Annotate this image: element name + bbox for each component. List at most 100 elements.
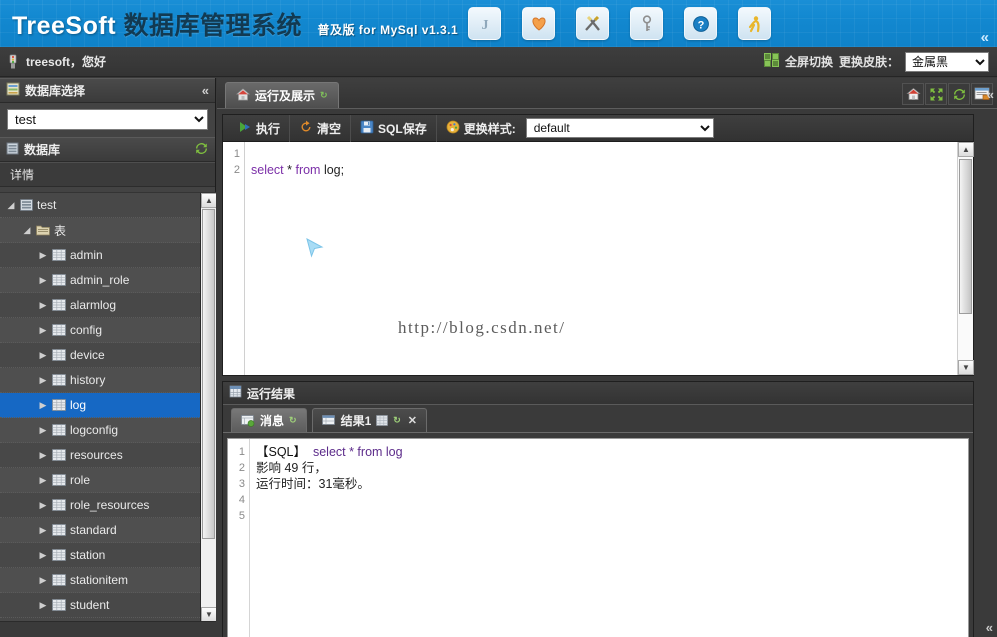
brand-version: 普及版 for MySql v1.3.1 <box>317 23 459 37</box>
result-tab-refresh-icon[interactable]: ↻ <box>393 415 401 426</box>
chevron-right-icon[interactable]: ▶ <box>38 500 48 511</box>
tree-node-admin_role[interactable]: ▶ admin_role <box>0 268 200 293</box>
sidebar: 数据库选择 « test 数据库 详情 ◢ test ◢ 表 ▶ admin ▶… <box>0 78 216 637</box>
tree-node-station[interactable]: ▶ station <box>0 543 200 568</box>
tree-node-test[interactable]: ◢ test <box>0 193 200 218</box>
tree-node-role_resources[interactable]: ▶ role_resources <box>0 493 200 518</box>
save-disk-icon <box>360 120 374 137</box>
fullscreen-label[interactable]: 全屏切换 <box>785 53 833 70</box>
tree-node-stationitem[interactable]: ▶ stationitem <box>0 568 200 593</box>
sql-tag: 【SQL】 <box>256 445 307 459</box>
tools-icon[interactable] <box>576 7 609 40</box>
result-tab-result1[interactable]: 结果1 ↻ ✕ <box>311 408 428 432</box>
change-style-control: 更换样式: default <box>437 115 723 142</box>
result-tab-message[interactable]: 消息 ↻ <box>231 408 307 432</box>
sql-code-text[interactable]: select * from log; <box>245 142 973 375</box>
tree-node-label: admin <box>70 248 103 262</box>
j-letter-icon[interactable]: J <box>468 7 501 40</box>
tree-node-standard[interactable]: ▶ standard <box>0 518 200 543</box>
refresh-icon[interactable] <box>948 83 970 105</box>
database-select[interactable]: test <box>7 109 208 130</box>
editor-scroll-up-button[interactable]: ▲ <box>958 142 974 157</box>
tree-node-device[interactable]: ▶ device <box>0 343 200 368</box>
editor-scroll-down-button[interactable]: ▼ <box>958 360 974 375</box>
sql-code-area[interactable]: 12 select * from log; <box>223 142 973 375</box>
result-panel-header: 运行结果 <box>223 382 973 405</box>
key-icon[interactable] <box>630 7 663 40</box>
editor-scroll-thumb[interactable] <box>959 159 972 314</box>
chevron-right-icon[interactable]: ▶ <box>38 575 48 586</box>
tab-run-and-display[interactable]: 运行及展示 ↻ <box>225 82 339 108</box>
grid-icon <box>376 415 389 426</box>
tab-refresh-icon[interactable]: ↻ <box>320 90 328 101</box>
tree-node-label: history <box>70 373 106 387</box>
home-icon <box>235 87 251 104</box>
help-icon[interactable]: ? <box>684 7 717 40</box>
chevron-right-icon[interactable]: ▶ <box>38 450 48 461</box>
clear-label: 清空 <box>317 121 342 136</box>
tree-node-label: alarmlog <box>70 298 117 312</box>
table-icon <box>52 449 66 461</box>
chevron-right-icon[interactable]: ▶ <box>38 400 48 411</box>
tree-node-student[interactable]: ▶ student <box>0 593 200 618</box>
result-panel-title: 运行结果 <box>247 386 296 401</box>
sql-save-button[interactable]: SQL保存 <box>351 114 437 142</box>
tree-node-label: standard <box>70 523 117 537</box>
tree-scroll-down-button[interactable]: ▼ <box>201 607 216 621</box>
chevron-right-icon[interactable]: ▶ <box>38 475 48 486</box>
skin-select[interactable]: 金属黑 <box>905 51 989 72</box>
chevron-down-icon[interactable]: ◢ <box>6 200 16 211</box>
chevron-right-icon[interactable]: ▶ <box>38 375 48 386</box>
heart-icon[interactable] <box>522 7 555 40</box>
chevron-right-icon[interactable]: ▶ <box>38 350 48 361</box>
message-line <box>256 508 968 524</box>
chevron-right-icon[interactable]: ▶ <box>38 550 48 561</box>
result-tabs: 消息 ↻ 结果1 ↻ ✕ <box>223 405 973 433</box>
tree-node-resources[interactable]: ▶ resources <box>0 443 200 468</box>
chevron-right-icon[interactable]: ▶ <box>38 275 48 286</box>
sidebar-collapse-icon[interactable]: « <box>202 83 209 98</box>
fullscreen-icon[interactable] <box>925 83 947 105</box>
tree-node-log[interactable]: ▶ log <box>0 393 200 418</box>
palette-icon <box>446 120 460 137</box>
user-bar: treesoft，您好 全屏切换 更换皮肤： 金属黑 <box>0 47 997 77</box>
result-tab-refresh-icon[interactable]: ↻ <box>289 415 297 426</box>
tree-node-history[interactable]: ▶ history <box>0 368 200 393</box>
tree-node-label: role <box>70 473 91 487</box>
tree-node-role[interactable]: ▶ role <box>0 468 200 493</box>
skin-select-wrap[interactable]: 金属黑 <box>905 51 989 72</box>
main-footer-collapse-icon[interactable]: « <box>986 620 993 635</box>
execute-button[interactable]: 执行 <box>229 114 291 142</box>
chevron-right-icon[interactable]: ▶ <box>38 525 48 536</box>
tree-scroll-up-button[interactable]: ▲ <box>201 193 216 208</box>
home-icon[interactable] <box>902 83 924 105</box>
detail-tab[interactable]: 详情 <box>0 162 215 187</box>
banner-collapse-icon[interactable]: « <box>981 30 989 45</box>
folder-icon <box>36 224 50 236</box>
tree-scroll-thumb[interactable] <box>202 209 215 539</box>
main-collapse-icon[interactable]: « <box>987 87 994 102</box>
chevron-right-icon[interactable]: ▶ <box>38 425 48 436</box>
tree-node-admin[interactable]: ▶ admin <box>0 243 200 268</box>
tree-scrollbar[interactable]: ▲ ▼ <box>200 193 216 621</box>
chevron-right-icon[interactable]: ▶ <box>38 300 48 311</box>
style-select[interactable]: default <box>525 118 714 138</box>
chevron-right-icon[interactable]: ▶ <box>38 600 48 611</box>
editor-scrollbar[interactable]: ▲ ▼ <box>957 142 974 375</box>
clear-button[interactable]: 清空 <box>290 114 352 142</box>
tree-node-alarmlog[interactable]: ▶ alarmlog <box>0 293 200 318</box>
app-title: TreeSoft 数据库管理系统 普及版 for MySql v1.3.1 <box>12 6 458 42</box>
tree-node-label: student <box>70 598 110 612</box>
fullscreen-icon[interactable] <box>763 53 779 70</box>
tree-node-logconfig[interactable]: ▶ logconfig <box>0 418 200 443</box>
chevron-down-icon[interactable]: ◢ <box>22 225 32 236</box>
tree-node-label: device <box>70 348 105 362</box>
chevron-right-icon[interactable]: ▶ <box>38 325 48 336</box>
tree-node-表[interactable]: ◢ 表 <box>0 218 200 243</box>
chevron-right-icon[interactable]: ▶ <box>38 250 48 261</box>
close-icon[interactable]: ✕ <box>408 414 417 427</box>
line-number: 1 <box>233 148 240 160</box>
refresh-icon[interactable] <box>194 141 209 159</box>
person-icon[interactable] <box>738 7 771 40</box>
tree-node-config[interactable]: ▶ config <box>0 318 200 343</box>
